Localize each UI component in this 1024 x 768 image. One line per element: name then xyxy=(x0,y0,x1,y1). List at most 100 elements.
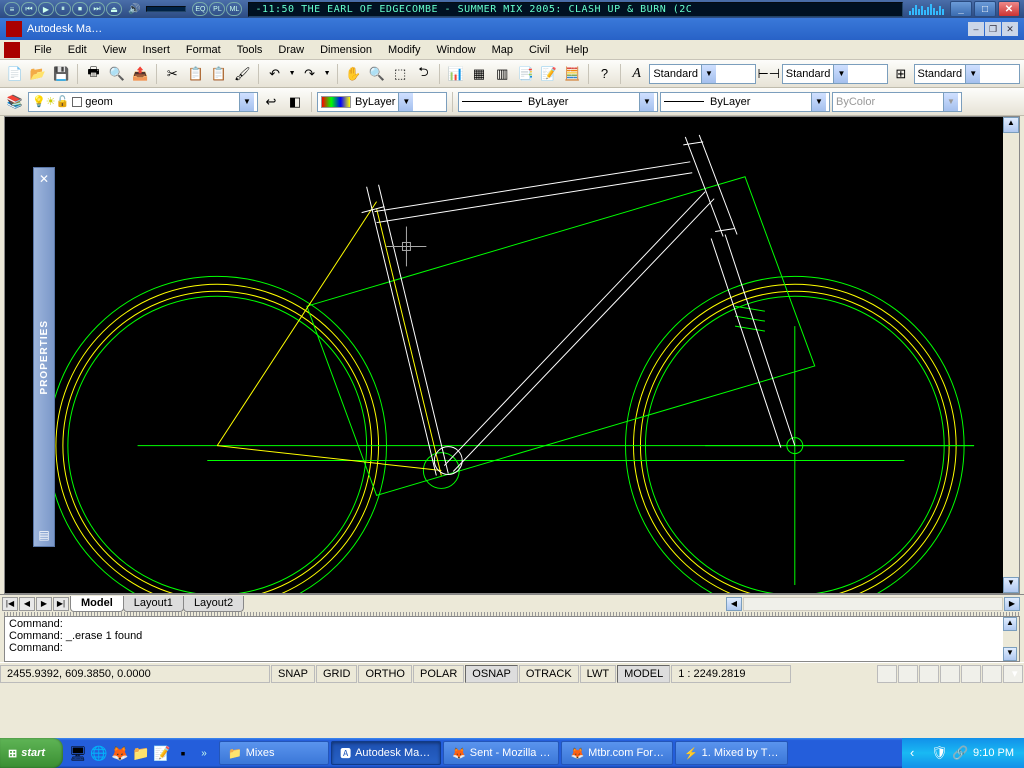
eject-icon[interactable]: ⏏ xyxy=(106,2,122,16)
match-icon[interactable]: 🖌 xyxy=(232,63,253,85)
ql-explorer-icon[interactable]: 📁 xyxy=(132,743,150,763)
properties-panel-collapsed[interactable]: ✕ PROPERTIES ▤ xyxy=(33,167,55,547)
layer-prev-icon[interactable]: ↩ xyxy=(260,91,282,113)
h-scrollbar[interactable]: ◀ ▶ xyxy=(243,597,1022,611)
play-icon[interactable]: ▶ xyxy=(38,2,54,16)
osnap-toggle[interactable]: OSNAP xyxy=(465,665,518,683)
menu-file[interactable]: File xyxy=(26,42,60,58)
paste-icon[interactable]: 📋 xyxy=(208,63,229,85)
cmd-prompt[interactable]: Command: xyxy=(9,642,1015,654)
undo-icon[interactable]: ↶ xyxy=(264,63,285,85)
save-icon[interactable]: 💾 xyxy=(51,63,72,85)
new-icon[interactable]: 📄 xyxy=(4,63,25,85)
status-icon-1[interactable] xyxy=(877,665,897,683)
menu-format[interactable]: Format xyxy=(178,42,229,58)
menu-tools[interactable]: Tools xyxy=(229,42,271,58)
tab-layout2[interactable]: Layout2 xyxy=(183,596,244,612)
undo-drop-icon[interactable]: ▼ xyxy=(287,63,297,85)
close-button[interactable]: ✕ xyxy=(998,1,1020,17)
menu-window[interactable]: Window xyxy=(428,42,483,58)
status-icon-4[interactable] xyxy=(940,665,960,683)
scroll-down-icon[interactable]: ▼ xyxy=(1003,577,1019,593)
text-style-combo[interactable]: Standard▼ xyxy=(649,64,755,84)
task-sent[interactable]: 🦊Sent - Mozilla … xyxy=(443,741,559,765)
drawing-canvas[interactable] xyxy=(5,117,1019,593)
menu-help[interactable]: Help xyxy=(558,42,597,58)
tab-prev-icon[interactable]: ◀ xyxy=(19,597,35,611)
tab-model[interactable]: Model xyxy=(70,596,124,612)
ql-firefox-icon[interactable]: 🦊 xyxy=(111,743,129,763)
copy-icon[interactable]: 📋 xyxy=(185,63,206,85)
start-button[interactable]: ⊞ start xyxy=(0,738,63,768)
tray-shield-icon[interactable]: 🛡 xyxy=(931,745,947,761)
grid-toggle[interactable]: GRID xyxy=(316,665,358,683)
dimstyle-icon[interactable]: ⊢⊣ xyxy=(758,63,780,85)
mdi-icon[interactable] xyxy=(4,42,20,58)
menu-view[interactable]: View xyxy=(95,42,135,58)
shuffle-icon[interactable]: EQ xyxy=(192,2,208,16)
ql-cmd-icon[interactable]: ▪ xyxy=(174,743,192,763)
task-mixes[interactable]: 📁Mixes xyxy=(219,741,329,765)
redo-drop-icon[interactable]: ▼ xyxy=(322,63,332,85)
status-icon-6[interactable] xyxy=(982,665,1002,683)
status-icon-5[interactable] xyxy=(961,665,981,683)
publish-icon[interactable]: 📤 xyxy=(129,63,150,85)
ssm-icon[interactable]: 📑 xyxy=(515,63,536,85)
cut-icon[interactable]: ✂ xyxy=(162,63,183,85)
preview-icon[interactable]: 🔍 xyxy=(106,63,127,85)
lwt-toggle[interactable]: LWT xyxy=(580,665,616,683)
otrack-toggle[interactable]: OTRACK xyxy=(519,665,579,683)
status-icon-3[interactable] xyxy=(919,665,939,683)
menu-modify[interactable]: Modify xyxy=(380,42,428,58)
zoom-win-icon[interactable]: ⬚ xyxy=(389,63,410,85)
zoom-rt-icon[interactable]: 🔍 xyxy=(366,63,387,85)
layer-combo[interactable]: 💡 ☀ 🔓 geom ▼ xyxy=(28,92,258,112)
panel-props-icon[interactable]: ▤ xyxy=(38,528,49,542)
snap-toggle[interactable]: SNAP xyxy=(271,665,315,683)
model-toggle[interactable]: MODEL xyxy=(617,665,670,683)
command-line[interactable]: Command: Command: _.erase 1 found Comman… xyxy=(4,616,1020,662)
dim-style-combo[interactable]: Standard▼ xyxy=(782,64,888,84)
status-tray-chevron-icon[interactable]: ▾ xyxy=(1003,665,1023,683)
table-style-combo[interactable]: Standard▼ xyxy=(914,64,1020,84)
ql-desktop-icon[interactable]: 🖥 xyxy=(69,743,87,763)
status-icon-2[interactable] xyxy=(898,665,918,683)
doc-minimize-button[interactable]: – xyxy=(968,22,984,36)
volume-slider[interactable] xyxy=(146,6,186,12)
layer-manager-icon[interactable]: 📚 xyxy=(4,91,26,113)
maximize-button[interactable]: □ xyxy=(974,1,996,17)
pause-icon[interactable]: ⏸ xyxy=(55,2,71,16)
polar-toggle[interactable]: POLAR xyxy=(413,665,464,683)
tab-layout1[interactable]: Layout1 xyxy=(123,596,184,612)
color-combo[interactable]: ByLayer▼ xyxy=(317,92,447,112)
volume-icon[interactable]: 🔊 xyxy=(128,4,140,15)
layer-states-icon[interactable]: ◧ xyxy=(284,91,306,113)
redo-icon[interactable]: ↷ xyxy=(299,63,320,85)
tab-last-icon[interactable]: ▶| xyxy=(53,597,69,611)
menu-dimension[interactable]: Dimension xyxy=(312,42,380,58)
doc-restore-button[interactable]: ❐ xyxy=(985,22,1001,36)
tray-net-icon[interactable]: 🔗 xyxy=(952,745,968,761)
ortho-toggle[interactable]: ORTHO xyxy=(358,665,412,683)
tray-arrow-icon[interactable]: ‹ xyxy=(910,745,926,761)
task-mtbr[interactable]: 🦊Mtbr.com For… xyxy=(561,741,673,765)
linetype-combo[interactable]: ByLayer▼ xyxy=(458,92,658,112)
open-icon[interactable]: 📂 xyxy=(27,63,48,85)
ql-notes-icon[interactable]: 📝 xyxy=(153,743,171,763)
lineweight-combo[interactable]: ByLayer▼ xyxy=(660,92,830,112)
next-icon[interactable]: ⏭ xyxy=(89,2,105,16)
menu-draw[interactable]: Draw xyxy=(270,42,312,58)
ql-ie-icon[interactable]: 🌐 xyxy=(90,743,108,763)
scroll-track[interactable] xyxy=(743,597,1003,611)
drawing-area[interactable]: ✕ PROPERTIES ▤ ▲ ▼ xyxy=(4,116,1020,594)
toolpal-icon[interactable]: ▥ xyxy=(492,63,513,85)
doc-close-button[interactable]: ✕ xyxy=(1002,22,1018,36)
tablestyle-icon[interactable]: ⊞ xyxy=(890,63,911,85)
properties-icon[interactable]: 📊 xyxy=(445,63,466,85)
pan-icon[interactable]: ✋ xyxy=(343,63,364,85)
dcenter-icon[interactable]: ▦ xyxy=(468,63,489,85)
task-autodesk[interactable]: 🅰Autodesk Ma… xyxy=(331,741,441,765)
markup-icon[interactable]: 📝 xyxy=(538,63,559,85)
tab-first-icon[interactable]: |◀ xyxy=(2,597,18,611)
task-mixed[interactable]: ⚡1. Mixed by T… xyxy=(675,741,788,765)
